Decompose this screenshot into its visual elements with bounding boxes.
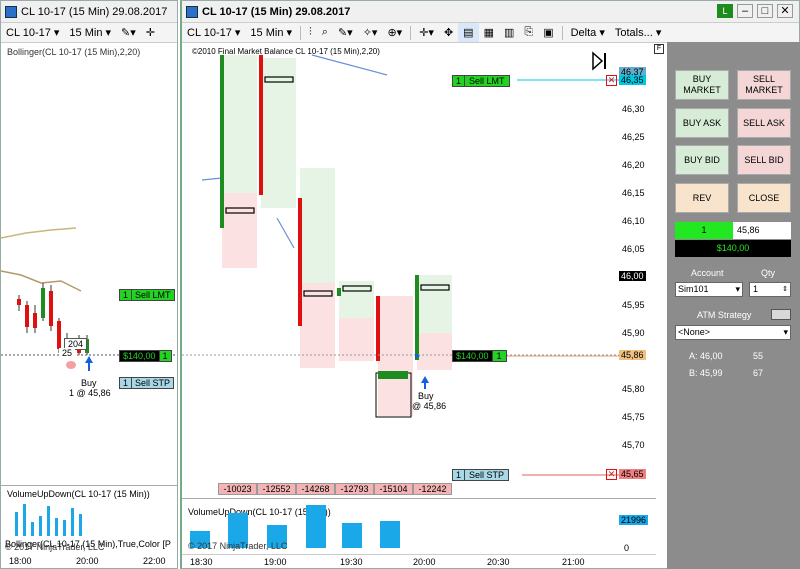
totals-dropdown[interactable]: Totals... ▾ xyxy=(610,23,666,42)
qty-stepper[interactable]: 1 ⇕ xyxy=(749,282,791,297)
vol-axis: 21996 0 xyxy=(619,515,649,553)
sell-bid-button[interactable]: SELL BID xyxy=(737,145,791,175)
chart-window-icon xyxy=(5,5,17,18)
left-interval-selector[interactable]: 15 Min ▾ xyxy=(64,23,116,42)
bid-label: B: 45,99 xyxy=(689,368,723,378)
minimize-icon[interactable]: – xyxy=(737,4,753,18)
price-axis: 46,30 46,25 46,20 46,15 46,10 46,05 45,9… xyxy=(619,67,646,479)
ask-size: 55 xyxy=(753,351,764,361)
left-window-title: CL 10-17 (15 Min) 29.08.2017 xyxy=(21,5,168,18)
buy-bid-button[interactable]: BUY BID xyxy=(675,145,729,175)
left-bar-value2: 25 xyxy=(59,348,76,360)
window-controls: L – □ ✕ xyxy=(717,4,793,18)
chart-trader-panel: BUY MARKET SELL MARKET BUY ASK SELL ASK … xyxy=(667,42,800,569)
position-pnl: $140,00 xyxy=(675,240,791,257)
left-chart-window: CL 10-17 (15 Min) 29.08.2017 CL 10-17 ▾ … xyxy=(0,0,178,569)
footprint-chart xyxy=(182,51,619,476)
chart-window-icon xyxy=(186,5,198,18)
chart-trader-icon[interactable]: ▤ xyxy=(458,23,479,42)
left-instrument-selector[interactable]: CL 10-17 ▾ xyxy=(1,23,64,42)
crosshair-icon[interactable]: ✛ xyxy=(141,23,160,42)
account-select[interactable]: Sim101 ▾ xyxy=(675,282,743,297)
main-time-axis: 18:30 19:00 19:30 20:00 20:30 21:00 xyxy=(182,554,656,568)
main-pnl: $140,00 1 xyxy=(452,350,507,362)
main-window-title: CL 10-17 (15 Min) 29.08.2017 xyxy=(202,5,351,18)
close-position-button[interactable]: CLOSE xyxy=(737,183,791,213)
cancel-sell-stp-icon[interactable]: ✕ xyxy=(606,469,617,480)
main-copyright: © 2017 NinjaTrader, LLC xyxy=(188,541,288,551)
data-box-icon[interactable]: ▦ xyxy=(479,23,499,42)
main-sell-stp[interactable]: 1 Sell STP xyxy=(452,469,510,481)
main-sell-lmt[interactable]: 1 Sell LMT xyxy=(452,75,510,87)
buy-market-button[interactable]: BUY MARKET xyxy=(675,70,729,100)
left-sell-stp[interactable]: 1 Sell STP xyxy=(119,377,175,389)
move-icon[interactable]: ✥ xyxy=(439,23,458,42)
bid-size: 67 xyxy=(753,368,764,378)
chevron-down-icon: ▾ xyxy=(783,327,788,337)
properties-icon[interactable]: ▣ xyxy=(538,23,558,42)
link-icon[interactable]: L xyxy=(717,4,733,18)
total-cell: -12793 xyxy=(335,483,374,495)
totals-row: -10023 -12552 -14268 -12793 -15104 -1224… xyxy=(218,483,452,495)
pencil-icon[interactable]: ✎▾ xyxy=(116,23,141,42)
price-chart-area: ©2010 Final Market Balance CL 10-17 (15 … xyxy=(182,43,619,483)
main-toolbar: CL 10-17 ▾ 15 Min ▾ ⫶ ⌕ ✎▾ ✧▾ ⊕▾ ✛▾ ✥ ▤ … xyxy=(182,23,799,43)
left-time-axis: 18:00 20:00 22:00 xyxy=(9,556,166,566)
cancel-sell-lmt-icon[interactable]: ✕ xyxy=(606,75,617,86)
maximize-icon[interactable]: □ xyxy=(757,4,773,18)
buy-ask-button[interactable]: BUY ASK xyxy=(675,108,729,138)
brush-icon[interactable]: ✧▾ xyxy=(358,23,383,42)
indicators-icon[interactable]: ▥ xyxy=(499,23,519,42)
atm-strategy-select[interactable]: <None> ▾ xyxy=(675,325,791,340)
chevron-down-icon: ▾ xyxy=(735,284,740,294)
account-label: Account xyxy=(691,268,724,278)
ask-label: A: 46,00 xyxy=(689,351,723,361)
panel-toggle-icon[interactable]: F xyxy=(654,44,664,54)
position-price: 45,86 xyxy=(733,222,791,239)
qty-label: Qty xyxy=(761,268,776,278)
main-buy-fill: @ 45,86 xyxy=(412,401,447,411)
atm-settings-icon[interactable] xyxy=(771,309,791,320)
left-copyright: © 2017 NinjaTrader, LLC xyxy=(5,542,105,552)
main-interval-selector[interactable]: 15 Min ▾ xyxy=(245,23,297,42)
left-sell-lmt[interactable]: 1 Sell LMT xyxy=(119,289,175,301)
left-title-bar[interactable]: CL 10-17 (15 Min) 29.08.2017 xyxy=(1,1,177,23)
atm-label: ATM Strategy xyxy=(697,310,752,320)
spinner-icon: ⇕ xyxy=(782,286,788,293)
left-buy-fill: 1 @ 45,86 xyxy=(69,388,111,398)
sell-market-button[interactable]: SELL MARKET xyxy=(737,70,791,100)
left-buy-text: Buy xyxy=(81,378,97,388)
total-cell: -12242 xyxy=(413,483,452,495)
left-volume-chart xyxy=(15,504,82,536)
position-qty: 1 xyxy=(675,222,733,239)
close-icon[interactable]: ✕ xyxy=(777,4,793,18)
total-cell: -10023 xyxy=(218,483,257,495)
pin-icon[interactable]: ⊕▾ xyxy=(382,23,407,42)
pencil-icon[interactable]: ✎▾ xyxy=(333,23,358,42)
left-vol-divider xyxy=(1,485,177,486)
main-instrument-selector[interactable]: CL 10-17 ▾ xyxy=(182,23,245,42)
reverse-button[interactable]: REV xyxy=(675,183,729,213)
total-cell: -14268 xyxy=(296,483,335,495)
strategies-icon[interactable]: ⎘ xyxy=(519,23,538,42)
main-buy-text: Buy xyxy=(418,391,434,401)
crosshair-icon[interactable]: ✛▾ xyxy=(414,23,439,42)
total-cell: -12552 xyxy=(257,483,296,495)
left-price-chart xyxy=(1,227,177,371)
delta-dropdown[interactable]: Delta ▾ xyxy=(566,23,610,42)
main-title-bar[interactable]: CL 10-17 (15 Min) 29.08.2017 L – □ ✕ xyxy=(182,1,799,23)
left-toolbar: CL 10-17 ▾ 15 Min ▾ ✎▾ ✛ xyxy=(1,23,177,43)
left-pnl: $140,00 1 xyxy=(119,350,172,362)
zoom-icon[interactable]: ⌕ xyxy=(317,23,333,42)
bar-type-icon[interactable]: ⫶ xyxy=(304,23,317,42)
total-cell: -15104 xyxy=(374,483,413,495)
sell-ask-button[interactable]: SELL ASK xyxy=(737,108,791,138)
